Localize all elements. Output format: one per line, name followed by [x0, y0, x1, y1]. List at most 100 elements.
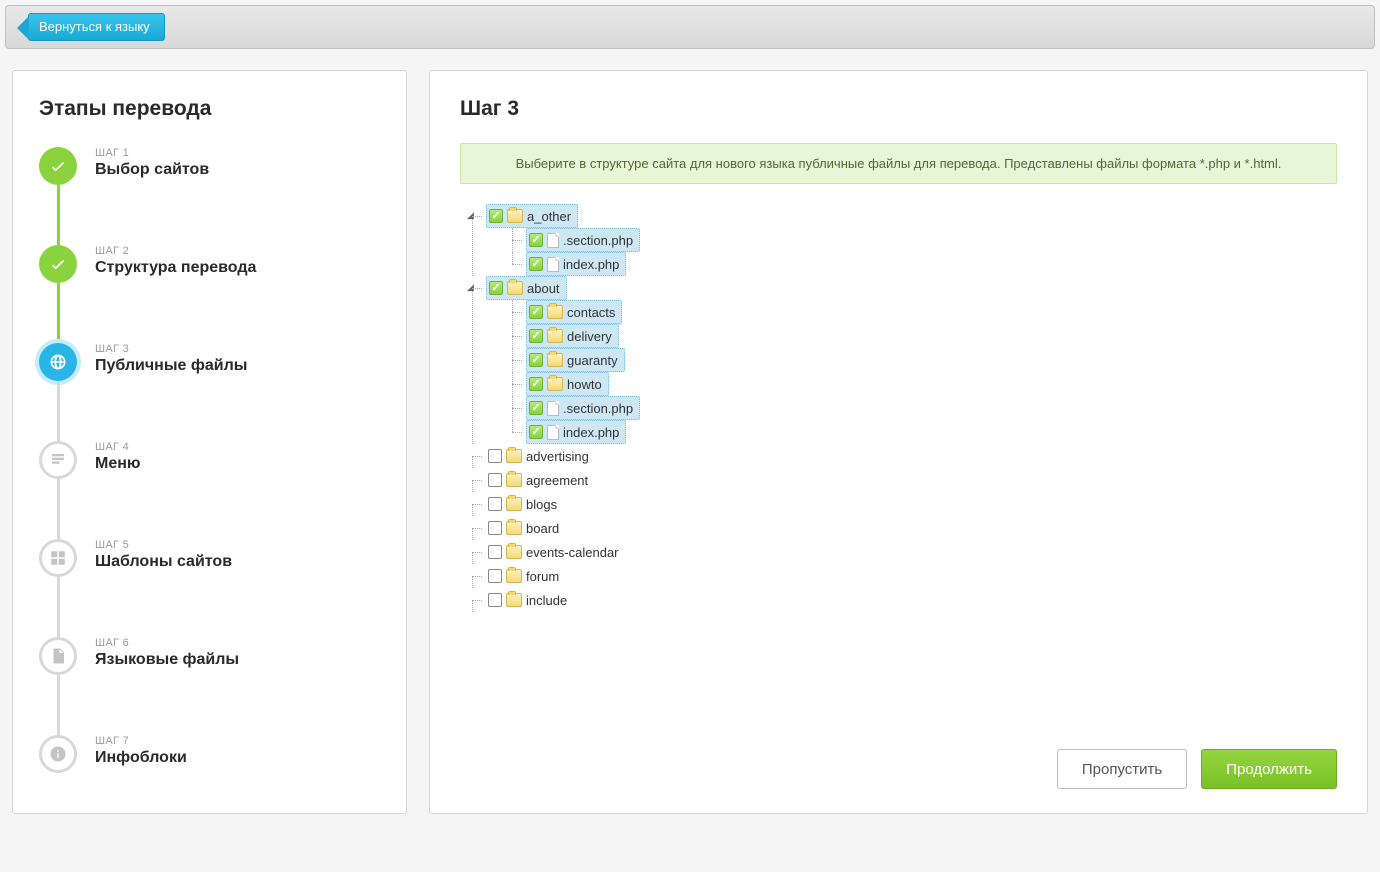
tree-checkbox[interactable]	[488, 449, 502, 463]
folder-node[interactable]: about	[486, 276, 567, 300]
tree-checkbox[interactable]	[488, 521, 502, 535]
tree-checkbox[interactable]	[529, 401, 543, 415]
tree-checkbox[interactable]	[529, 425, 543, 439]
tree-item: include	[464, 588, 1337, 612]
tree-checkbox[interactable]	[488, 497, 502, 511]
tree-node-label: agreement	[526, 473, 588, 488]
tree-item: delivery	[504, 324, 1337, 348]
file-icon	[547, 233, 559, 248]
folder-node[interactable]: blogs	[486, 492, 563, 516]
step-2[interactable]: ШАГ 2Структура перевода	[39, 245, 380, 343]
folder-icon	[506, 545, 522, 559]
tree-checkbox[interactable]	[529, 257, 543, 271]
file-node[interactable]: .section.php	[526, 396, 640, 420]
tree-item: advertising	[464, 444, 1337, 468]
folder-icon	[506, 473, 522, 487]
tree-checkbox[interactable]	[529, 377, 543, 391]
tree-checkbox[interactable]	[488, 473, 502, 487]
folder-node[interactable]: contacts	[526, 300, 622, 324]
tree-checkbox[interactable]	[529, 305, 543, 319]
step-6[interactable]: ШАГ 6Языковые файлы	[39, 637, 380, 735]
tree-item: guaranty	[504, 348, 1337, 372]
tree-checkbox[interactable]	[529, 329, 543, 343]
tree-node-label: contacts	[567, 305, 615, 320]
step-label: ШАГ 4	[95, 441, 141, 453]
tree-item: index.php	[504, 420, 1337, 444]
folder-node[interactable]: events-calendar	[486, 540, 625, 564]
folder-icon	[507, 209, 523, 223]
tree-item: .section.php	[504, 396, 1337, 420]
step-1[interactable]: ШАГ 1Выбор сайтов	[39, 147, 380, 245]
step-label: ШАГ 7	[95, 735, 187, 747]
folder-node[interactable]: agreement	[486, 468, 594, 492]
step-4[interactable]: ШАГ 4Меню	[39, 441, 380, 539]
tree-node-label: about	[527, 281, 560, 296]
tree-node-label: index.php	[563, 425, 619, 440]
instruction-notice: Выберите в структуре сайта для нового яз…	[460, 143, 1337, 184]
folder-node[interactable]: delivery	[526, 324, 619, 348]
folder-node[interactable]: a_other	[486, 204, 578, 228]
step-7[interactable]: ШАГ 7 Инфоблоки	[39, 735, 380, 773]
folder-node[interactable]: board	[486, 516, 565, 540]
main-panel: Шаг 3 Выберите в структуре сайта для нов…	[429, 70, 1368, 814]
file-node[interactable]: .section.php	[526, 228, 640, 252]
skip-button[interactable]: Пропустить	[1057, 749, 1187, 789]
continue-button[interactable]: Продолжить	[1201, 749, 1337, 789]
tree-node-label: blogs	[526, 497, 557, 512]
step-3[interactable]: ШАГ 3Публичные файлы	[39, 343, 380, 441]
tree-item: forum	[464, 564, 1337, 588]
tree-checkbox[interactable]	[489, 281, 503, 295]
step-name: Инфоблоки	[95, 749, 187, 767]
sidebar-title: Этапы перевода	[39, 97, 380, 121]
step-5[interactable]: ШАГ 5Шаблоны сайтов	[39, 539, 380, 637]
tree-item: blogs	[464, 492, 1337, 516]
folder-icon	[547, 305, 563, 319]
tree-item: .section.php	[504, 228, 1337, 252]
step-bullet-doc-icon	[39, 441, 77, 479]
step-bullet-info-icon	[39, 735, 77, 773]
folder-node[interactable]: guaranty	[526, 348, 625, 372]
step-connector	[57, 577, 60, 639]
step-name: Публичные файлы	[95, 357, 247, 375]
tree-item: events-calendar	[464, 540, 1337, 564]
folder-icon	[506, 497, 522, 511]
collapse-icon[interactable]: ◢	[466, 212, 475, 221]
file-node[interactable]: index.php	[526, 420, 626, 444]
tree-checkbox[interactable]	[489, 209, 503, 223]
tree-node-label: include	[526, 593, 567, 608]
step-connector	[57, 381, 60, 443]
tree-node-label: .section.php	[563, 401, 633, 416]
step-name: Структура перевода	[95, 259, 256, 277]
tree-node-label: howto	[567, 377, 602, 392]
tree-checkbox[interactable]	[529, 353, 543, 367]
step-bullet-file-icon	[39, 637, 77, 675]
folder-node[interactable]: forum	[486, 564, 565, 588]
step-bullet-world-icon	[39, 343, 77, 381]
collapse-icon[interactable]: ◢	[466, 284, 475, 293]
file-icon	[547, 401, 559, 416]
tree-node-label: guaranty	[567, 353, 618, 368]
tree-checkbox[interactable]	[529, 233, 543, 247]
file-tree-container[interactable]: ◢ a_other .section.php index.php ◢ about conta…	[460, 200, 1337, 619]
tree-node-label: advertising	[526, 449, 589, 464]
tree-node-label: .section.php	[563, 233, 633, 248]
step-label: ШАГ 6	[95, 637, 239, 649]
tree-checkbox[interactable]	[488, 593, 502, 607]
file-icon	[547, 425, 559, 440]
folder-icon	[547, 329, 563, 343]
tree-checkbox[interactable]	[488, 545, 502, 559]
file-node[interactable]: index.php	[526, 252, 626, 276]
step-title: Шаг 3	[460, 97, 1337, 121]
folder-node[interactable]: advertising	[486, 444, 595, 468]
steps-sidebar: Этапы перевода ШАГ 1Выбор сайтовШАГ 2Стр…	[12, 70, 407, 814]
step-label: ШАГ 1	[95, 147, 209, 159]
folder-node[interactable]: howto	[526, 372, 609, 396]
tree-item: ◢ a_other .section.php index.php	[464, 204, 1337, 276]
folder-icon	[547, 377, 563, 391]
folder-node[interactable]: include	[486, 588, 573, 612]
tree-node-label: index.php	[563, 257, 619, 272]
tree-node-label: a_other	[527, 209, 571, 224]
tree-checkbox[interactable]	[488, 569, 502, 583]
back-to-language-button[interactable]: Вернуться к языку	[28, 13, 165, 41]
file-icon	[547, 257, 559, 272]
